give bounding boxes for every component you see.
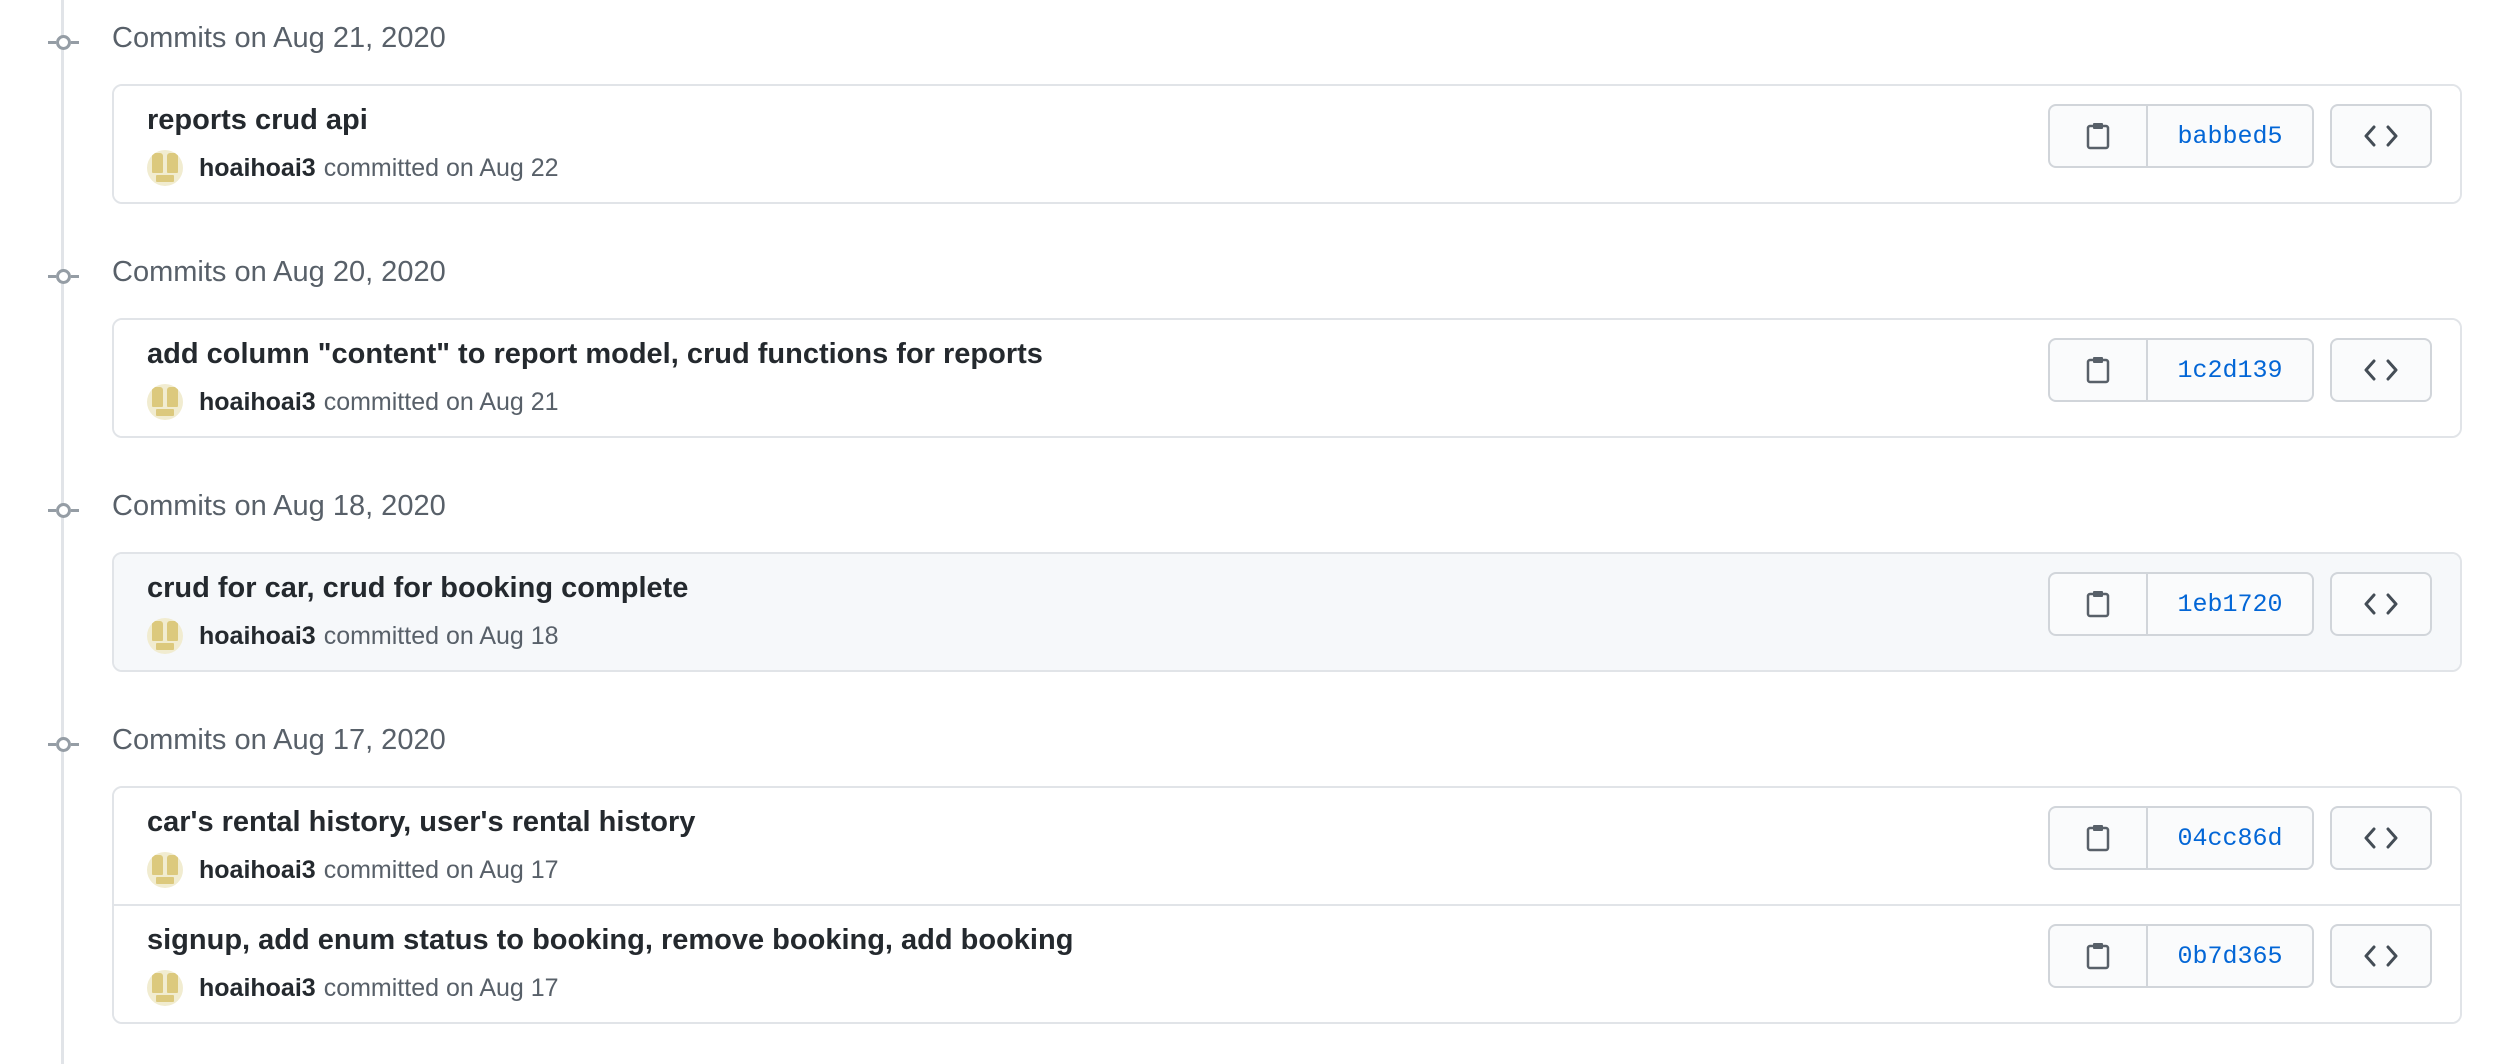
browse-files-button[interactable] xyxy=(2330,806,2432,870)
sha-button-group: 1eb1720 xyxy=(2048,572,2314,636)
git-commit-icon xyxy=(48,734,79,754)
commit-sha-link[interactable]: 1c2d139 xyxy=(2148,340,2312,400)
commit-group-header: Commits on Aug 17, 2020 xyxy=(0,702,2510,786)
commit-group-header: Commits on Aug 18, 2020 xyxy=(0,468,2510,552)
clipboard-icon xyxy=(2086,356,2110,384)
commit-group-heading: Commits on Aug 17, 2020 xyxy=(112,724,446,756)
commit-list: reports crud api hoaihoai3 committed on … xyxy=(112,84,2462,204)
commit-date: committed on Aug 17 xyxy=(323,973,559,1002)
code-icon xyxy=(2364,593,2398,615)
clipboard-icon xyxy=(2086,122,2110,150)
clipboard-icon xyxy=(2086,942,2110,970)
commit-date: committed on Aug 18 xyxy=(323,621,559,650)
commit-title-link[interactable]: signup, add enum status to booking, remo… xyxy=(147,924,1073,957)
browse-files-button[interactable] xyxy=(2330,338,2432,402)
author-link[interactable]: hoaihoai3 xyxy=(199,622,316,651)
copy-sha-button[interactable] xyxy=(2050,340,2148,400)
commit-row: add column "content" to report model, cr… xyxy=(114,320,2460,436)
clipboard-icon xyxy=(2086,590,2110,618)
commit-sha-link[interactable]: 04cc86d xyxy=(2148,808,2312,868)
avatar[interactable] xyxy=(147,970,183,1006)
commit-row: reports crud api hoaihoai3 committed on … xyxy=(114,86,2460,202)
commit-group-header: Commits on Aug 20, 2020 xyxy=(0,234,2510,318)
commit-row: crud for car, crud for booking complete … xyxy=(114,554,2460,670)
sha-button-group: 04cc86d xyxy=(2048,806,2314,870)
author-link[interactable]: hoaihoai3 xyxy=(199,154,316,183)
commit-history: Commits on Aug 21, 2020 reports crud api… xyxy=(0,0,2510,1064)
commit-list: crud for car, crud for booking complete … xyxy=(112,552,2462,672)
commit-row: car's rental history, user's rental hist… xyxy=(114,788,2460,904)
git-commit-icon xyxy=(48,32,79,52)
sha-button-group: 0b7d365 xyxy=(2048,924,2314,988)
commit-row: signup, add enum status to booking, remo… xyxy=(114,904,2460,1022)
commit-meta: hoaihoai3 committed on Aug 17 xyxy=(147,968,559,1008)
code-icon xyxy=(2364,827,2398,849)
sha-button-group: 1c2d139 xyxy=(2048,338,2314,402)
avatar[interactable] xyxy=(147,852,183,888)
commit-title-link[interactable]: add column "content" to report model, cr… xyxy=(147,338,1043,371)
code-icon xyxy=(2364,125,2398,147)
commit-group: Commits on Aug 17, 2020 car's rental his… xyxy=(0,702,2510,1024)
commit-group: Commits on Aug 20, 2020 add column "cont… xyxy=(0,234,2510,438)
commit-meta: hoaihoai3 committed on Aug 18 xyxy=(147,616,559,656)
commit-sha-link[interactable]: 0b7d365 xyxy=(2148,926,2312,986)
commit-sha-link[interactable]: 1eb1720 xyxy=(2148,574,2312,634)
git-commit-icon xyxy=(48,500,79,520)
commit-group: Commits on Aug 21, 2020 reports crud api… xyxy=(0,0,2510,204)
commit-sha-link[interactable]: babbed5 xyxy=(2148,106,2312,166)
commit-group: Commits on Aug 18, 2020 crud for car, cr… xyxy=(0,468,2510,672)
code-icon xyxy=(2364,945,2398,967)
copy-sha-button[interactable] xyxy=(2050,926,2148,986)
commit-title-link[interactable]: reports crud api xyxy=(147,104,368,137)
avatar[interactable] xyxy=(147,384,183,420)
author-link[interactable]: hoaihoai3 xyxy=(199,974,316,1003)
browse-files-button[interactable] xyxy=(2330,104,2432,168)
commit-title-link[interactable]: car's rental history, user's rental hist… xyxy=(147,806,695,839)
author-link[interactable]: hoaihoai3 xyxy=(199,388,316,417)
code-icon xyxy=(2364,359,2398,381)
browse-files-button[interactable] xyxy=(2330,924,2432,988)
commit-date: committed on Aug 22 xyxy=(323,153,559,182)
commit-meta: hoaihoai3 committed on Aug 21 xyxy=(147,382,559,422)
commit-meta: hoaihoai3 committed on Aug 17 xyxy=(147,850,559,890)
sha-button-group: babbed5 xyxy=(2048,104,2314,168)
commit-date: committed on Aug 21 xyxy=(323,387,559,416)
commit-list: car's rental history, user's rental hist… xyxy=(112,786,2462,1024)
commit-group-header: Commits on Aug 21, 2020 xyxy=(0,0,2510,84)
commit-date: committed on Aug 17 xyxy=(323,855,559,884)
copy-sha-button[interactable] xyxy=(2050,106,2148,166)
author-link[interactable]: hoaihoai3 xyxy=(199,856,316,885)
git-commit-icon xyxy=(48,266,79,286)
commit-group-heading: Commits on Aug 20, 2020 xyxy=(112,256,446,288)
avatar[interactable] xyxy=(147,618,183,654)
browse-files-button[interactable] xyxy=(2330,572,2432,636)
avatar[interactable] xyxy=(147,150,183,186)
copy-sha-button[interactable] xyxy=(2050,574,2148,634)
commit-group-heading: Commits on Aug 18, 2020 xyxy=(112,490,446,522)
commit-list: add column "content" to report model, cr… xyxy=(112,318,2462,438)
copy-sha-button[interactable] xyxy=(2050,808,2148,868)
commit-title-link[interactable]: crud for car, crud for booking complete xyxy=(147,572,688,605)
commit-meta: hoaihoai3 committed on Aug 22 xyxy=(147,148,559,188)
commit-group-heading: Commits on Aug 21, 2020 xyxy=(112,22,446,54)
clipboard-icon xyxy=(2086,824,2110,852)
